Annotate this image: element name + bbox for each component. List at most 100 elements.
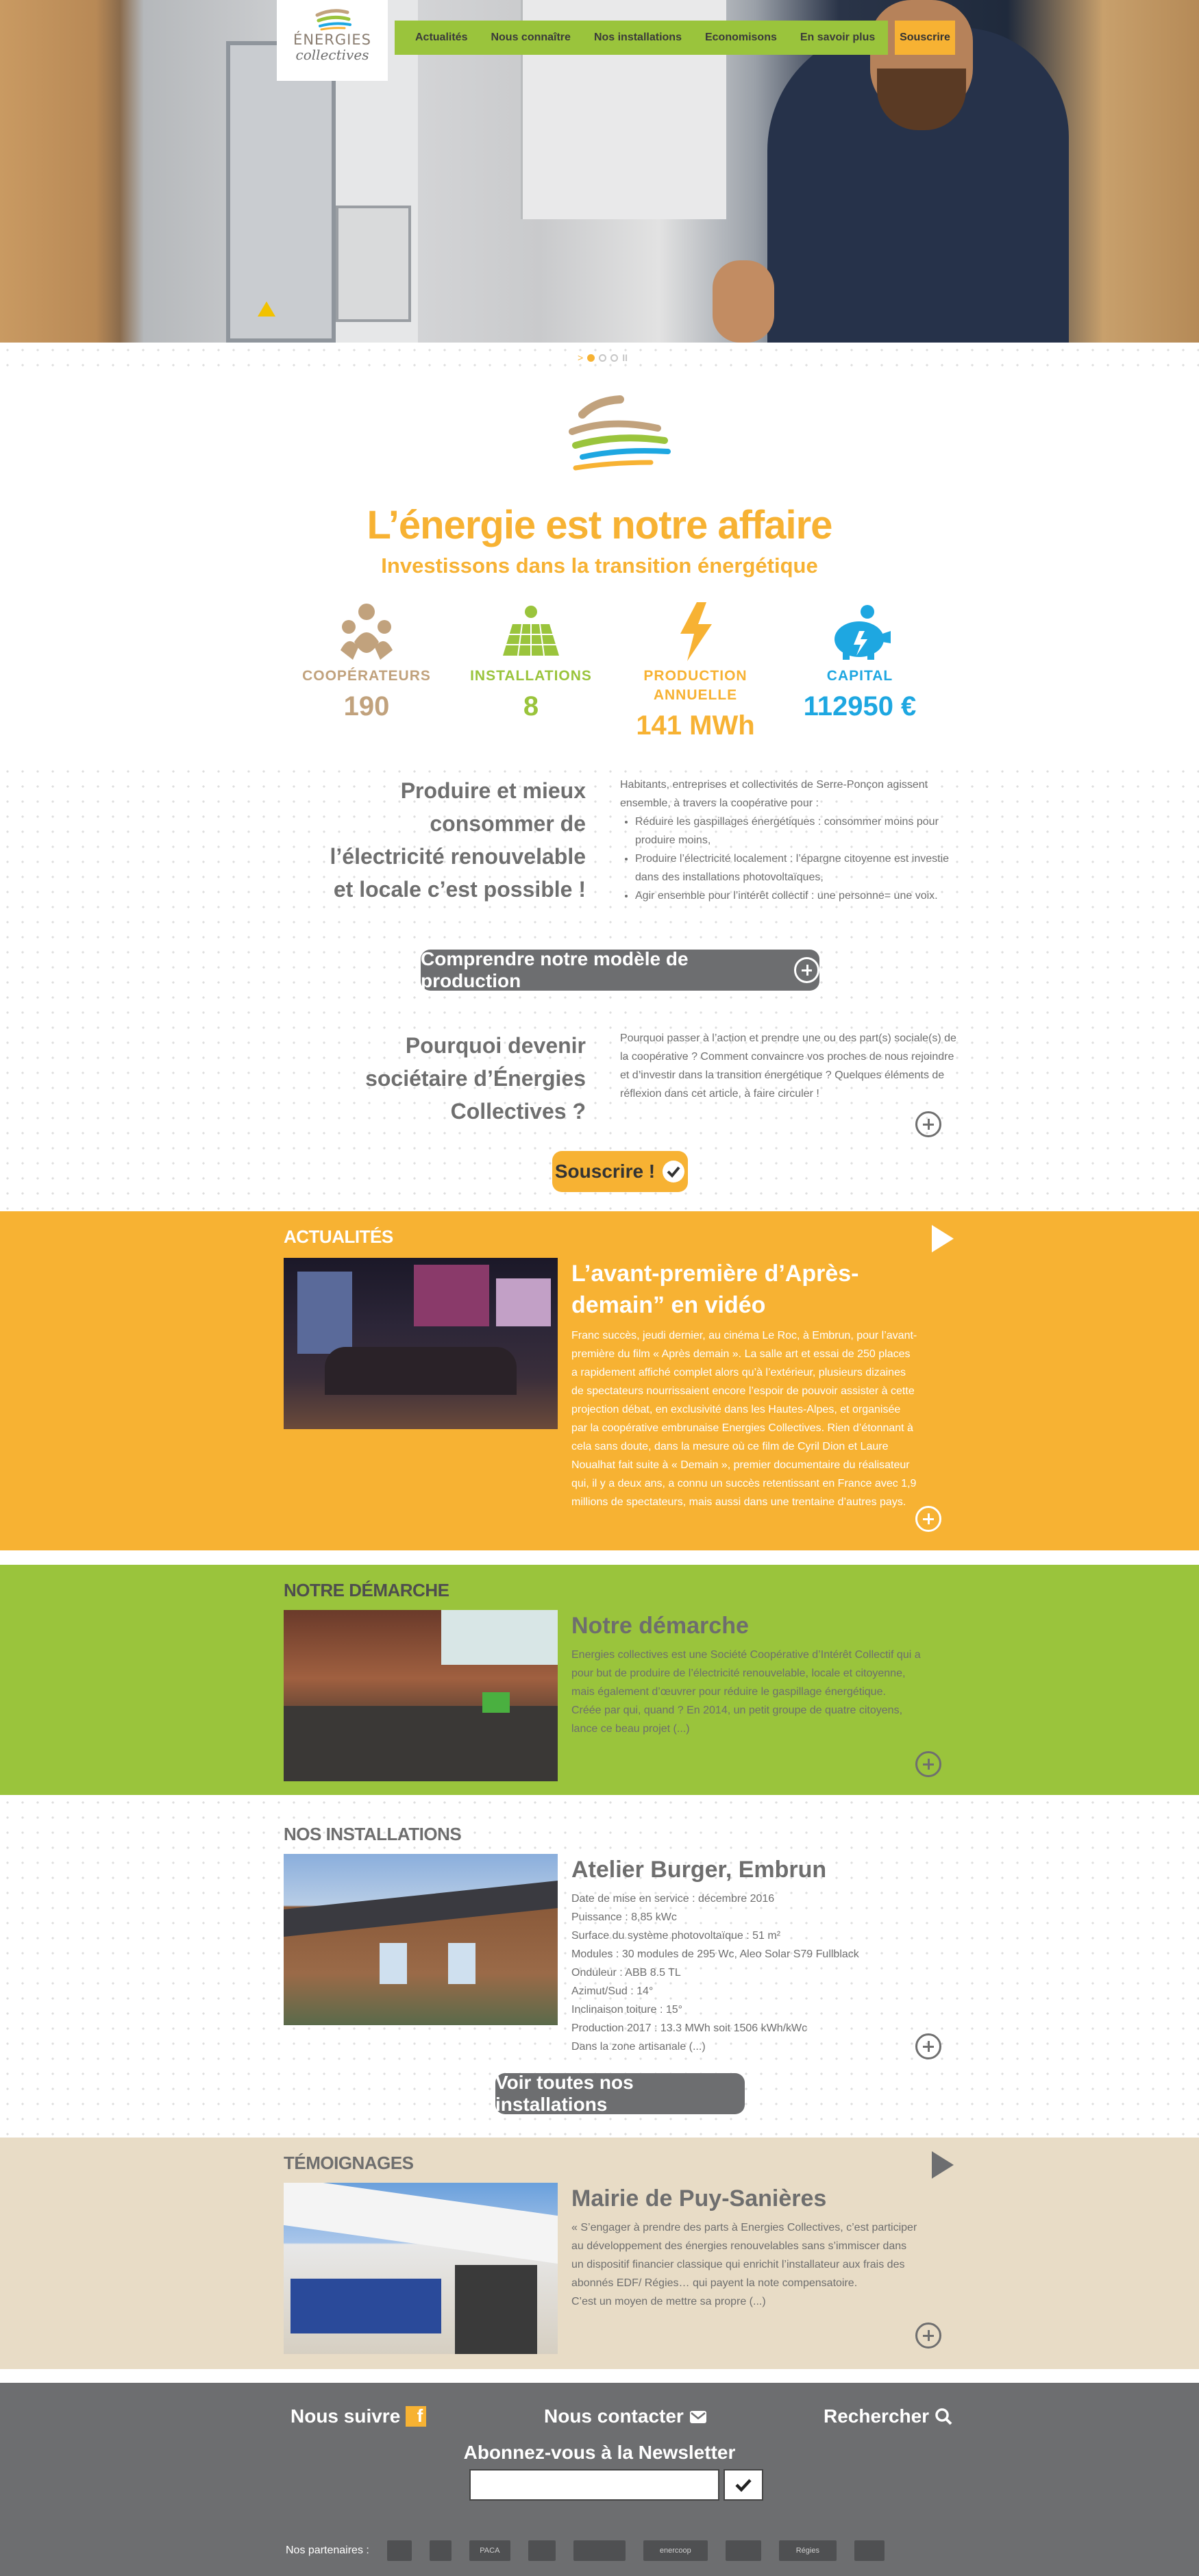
installation-line: Modules : 30 modules de 295 Wc, Aleo Sol… bbox=[571, 1948, 859, 1960]
site-logo[interactable]: ÉNERGIES collectives bbox=[277, 0, 388, 81]
nav-item-en-savoir-plus[interactable]: En savoir plus bbox=[789, 32, 887, 44]
installation-line: Puissance : 8,85 kWc bbox=[571, 1911, 677, 1923]
stat-value: 141 MWh bbox=[636, 710, 755, 741]
stat-installations: INSTALLATIONS 8 bbox=[449, 599, 613, 741]
newsletter-title: Abonnez-vous à la Newsletter bbox=[463, 2442, 736, 2463]
play-icon[interactable] bbox=[932, 1225, 954, 1252]
installation-line: Inclinaison toiture : 15° bbox=[571, 2004, 683, 2016]
image-poster bbox=[297, 1272, 352, 1354]
stat-value: 112950 € bbox=[803, 691, 917, 721]
nav-item-nous-connaitre[interactable]: Nous connaître bbox=[479, 32, 582, 44]
slider-controls: > II bbox=[578, 352, 628, 363]
lightning-icon bbox=[680, 602, 712, 661]
produce-bullet: Agir ensemble pour l’intérêt collectif :… bbox=[635, 887, 949, 905]
installation-more-icon[interactable] bbox=[915, 2033, 941, 2059]
news-section-label: ACTUALITÉS bbox=[284, 1226, 393, 1247]
button-label: Souscrire ! bbox=[554, 1161, 656, 1182]
slider-prev-button[interactable]: > bbox=[578, 352, 583, 363]
plus-circle-icon bbox=[793, 957, 819, 983]
partners-label: Nos partenaires : bbox=[286, 2544, 369, 2556]
nav-item-actualites[interactable]: Actualités bbox=[395, 32, 479, 44]
follow-link[interactable]: Nous suivre f bbox=[291, 2405, 427, 2427]
follow-label: Nous suivre bbox=[291, 2405, 401, 2427]
stat-label: INSTALLATIONS bbox=[470, 668, 592, 684]
slider-dot-1[interactable] bbox=[587, 354, 595, 362]
image-window bbox=[380, 1943, 407, 1984]
produce-text: Habitants, entreprises et collectivités … bbox=[620, 776, 949, 905]
brand-swoosh-icon bbox=[569, 395, 671, 471]
partner-logo[interactable] bbox=[429, 2540, 452, 2561]
hero-meter bbox=[336, 206, 411, 322]
testimonial-image[interactable] bbox=[284, 2183, 558, 2354]
image-audience bbox=[284, 1706, 558, 1781]
partner-logo[interactable]: PACA bbox=[469, 2540, 510, 2561]
slider-dot-2[interactable] bbox=[599, 354, 607, 362]
stat-capital: CAPITAL 112950 € bbox=[778, 599, 942, 741]
partner-logo[interactable] bbox=[386, 2540, 412, 2561]
news-image[interactable] bbox=[284, 1258, 558, 1429]
approach-title[interactable]: Notre démarche bbox=[571, 1610, 749, 1642]
production-model-button[interactable]: Comprendre notre modèle de production bbox=[421, 948, 819, 991]
installation-line: Azimut/Sud : 14° bbox=[571, 1985, 654, 1997]
installation-line: Onduleur : ABB 8.5 TL bbox=[571, 1967, 681, 1979]
testimonial-paragraph: « S’engager à prendre des parts à Energi… bbox=[571, 2222, 917, 2289]
why-text: Pourquoi passer à l’action et prendre un… bbox=[620, 1032, 956, 1100]
installation-image[interactable] bbox=[284, 1854, 558, 2025]
installation-line: Dans la zone artisanale (...) bbox=[571, 2041, 706, 2053]
page-subtitle: Investissons dans la transition énergéti… bbox=[381, 554, 818, 578]
approach-more-icon[interactable] bbox=[915, 1751, 941, 1777]
image-roof bbox=[284, 2183, 558, 2264]
partner-logo[interactable] bbox=[528, 2540, 556, 2561]
contact-link[interactable]: Nous contacter bbox=[544, 2405, 707, 2427]
partner-logo[interactable] bbox=[573, 2540, 626, 2561]
nav-item-nos-installations[interactable]: Nos installations bbox=[582, 32, 693, 44]
mail-icon bbox=[689, 2411, 706, 2423]
facebook-icon: f bbox=[406, 2405, 427, 2427]
testimonial-more-icon[interactable] bbox=[915, 2323, 941, 2349]
newsletter-submit-button[interactable] bbox=[724, 2469, 763, 2501]
image-banner bbox=[291, 2279, 441, 2333]
check-circle-icon bbox=[663, 1161, 685, 1182]
search-icon bbox=[935, 2408, 952, 2425]
installation-title[interactable]: Atelier Burger, Embrun bbox=[571, 1854, 826, 1885]
partner-logo[interactable]: Régies bbox=[778, 2540, 837, 2561]
search-label: Rechercher bbox=[824, 2405, 930, 2427]
installation-line: Date de mise en service : décembre 2016 bbox=[571, 1893, 775, 1905]
newsletter-email-input[interactable] bbox=[469, 2469, 719, 2501]
play-icon[interactable] bbox=[932, 2151, 954, 2179]
search-link[interactable]: Rechercher bbox=[824, 2405, 952, 2427]
button-label: Comprendre notre modèle de production bbox=[421, 948, 689, 991]
people-icon bbox=[341, 604, 393, 660]
approach-image[interactable] bbox=[284, 1610, 558, 1781]
nav-subscribe-button[interactable]: Souscrire bbox=[895, 21, 955, 55]
why-more-icon[interactable] bbox=[915, 1111, 941, 1137]
news-title[interactable]: L’avant-première d’Après-demain” en vidé… bbox=[571, 1258, 928, 1321]
slider-dot-3[interactable] bbox=[610, 354, 619, 362]
contact-label: Nous contacter bbox=[544, 2405, 684, 2427]
image-roof bbox=[284, 1880, 558, 1937]
news-more-icon[interactable] bbox=[915, 1506, 941, 1532]
logo-text-collectives: collectives bbox=[295, 47, 369, 63]
testimonials-section-label: TÉMOIGNAGES bbox=[284, 2153, 414, 2173]
testimonial-text: « S’engager à prendre des parts à Energi… bbox=[571, 2218, 921, 2311]
solar-panel-icon bbox=[503, 606, 559, 656]
stats-row: COOPÉRATEURS 190 INSTALLATIONS 8 PRODUCT… bbox=[284, 599, 942, 741]
slider-pause-button[interactable]: II bbox=[622, 352, 628, 363]
nav-item-economisons[interactable]: Economisons bbox=[693, 32, 789, 44]
approach-section-label: NOTRE DÉMARCHE bbox=[284, 1580, 449, 1600]
partner-logo[interactable] bbox=[854, 2540, 885, 2561]
image-window bbox=[448, 1943, 475, 1984]
why-title: Pourquoi devenir sociétaire d’Énergies C… bbox=[365, 1033, 586, 1124]
stat-value: 190 bbox=[343, 691, 390, 721]
all-installations-button[interactable]: Voir toutes nos installations bbox=[495, 2072, 745, 2115]
testimonial-paragraph: C’est un moyen de mettre sa propre (...) bbox=[571, 2296, 766, 2307]
hero-thumb-up bbox=[713, 260, 774, 343]
partner-logo[interactable] bbox=[725, 2540, 761, 2561]
subscribe-button[interactable]: Souscrire ! bbox=[552, 1151, 688, 1192]
stat-label: COOPÉRATEURS bbox=[302, 668, 431, 684]
image-screen bbox=[496, 1278, 551, 1326]
stat-cooperateurs: COOPÉRATEURS 190 bbox=[284, 599, 449, 741]
partner-logo[interactable]: enercoop bbox=[643, 2540, 708, 2561]
testimonial-title[interactable]: Mairie de Puy-Sanières bbox=[571, 2183, 826, 2214]
image-sign bbox=[482, 1692, 510, 1713]
